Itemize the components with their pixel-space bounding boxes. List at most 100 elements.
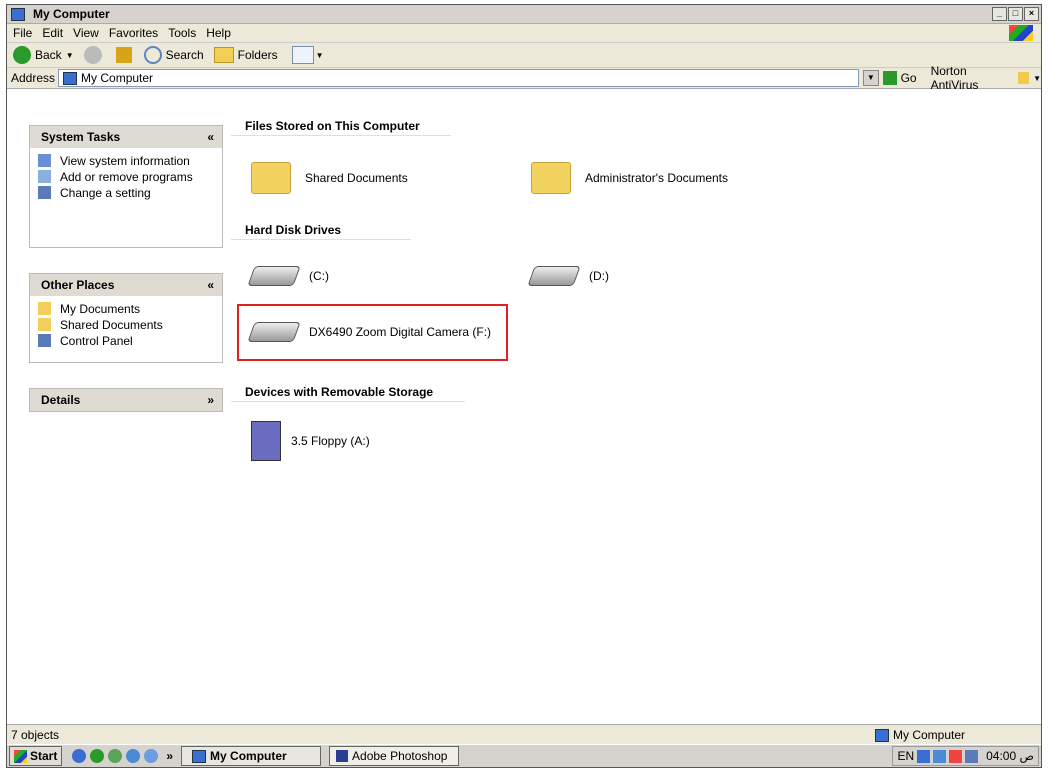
control-panel-icon xyxy=(38,334,51,347)
address-bar: Address My Computer ▼ Go Norton AntiViru… xyxy=(7,64,1041,92)
my-computer-icon xyxy=(63,71,78,85)
network-icon[interactable] xyxy=(917,749,931,763)
media-player-icon[interactable] xyxy=(126,749,141,763)
status-location: My Computer xyxy=(893,728,966,742)
place-label: Shared Documents xyxy=(60,318,163,332)
system-tasks-header[interactable]: System Tasks « xyxy=(30,126,222,148)
my-documents-link[interactable]: My Documents xyxy=(38,302,214,316)
item-label: 3.5 Floppy (A:) xyxy=(291,434,370,448)
view-system-info-link[interactable]: View system information xyxy=(38,154,214,168)
expand-icon[interactable]: » xyxy=(207,393,214,407)
file-view: Files Stored on This Computer Shared Doc… xyxy=(231,89,1041,725)
collapse-icon[interactable]: « xyxy=(207,130,214,144)
menu-help[interactable]: Help xyxy=(206,26,231,40)
section-divider xyxy=(231,239,411,240)
tray-icon[interactable] xyxy=(933,749,947,763)
admin-documents-item[interactable]: Administrator's Documents xyxy=(531,162,728,194)
taskbar: Start » My Computer Adobe Photoshop EN 0… xyxy=(7,744,1041,767)
messenger-icon[interactable] xyxy=(90,749,105,763)
item-label: Administrator's Documents xyxy=(585,171,729,185)
system-tray: EN 04:00 ص xyxy=(892,746,1039,766)
search-icon xyxy=(143,46,162,64)
back-label: Back xyxy=(35,48,62,62)
up-folder-icon[interactable] xyxy=(115,47,132,63)
other-places-title: Other Places xyxy=(41,278,115,292)
change-setting-link[interactable]: Change a setting xyxy=(38,186,214,200)
search-button[interactable]: Search xyxy=(143,46,204,64)
address-value: My Computer xyxy=(81,71,154,85)
shared-documents-item[interactable]: Shared Documents xyxy=(251,162,408,194)
task-label: Add or remove programs xyxy=(60,170,193,184)
details-title: Details xyxy=(41,393,81,407)
camera-drive-icon xyxy=(247,322,301,342)
quick-launch-chevron[interactable]: » xyxy=(166,749,173,763)
address-label: Address xyxy=(11,71,56,85)
windows-logo-icon xyxy=(1009,25,1033,41)
back-button[interactable]: Back ▼ xyxy=(13,46,74,64)
volume-icon[interactable] xyxy=(965,749,979,763)
menu-tools[interactable]: Tools xyxy=(168,26,196,40)
folder-icon xyxy=(531,162,571,194)
system-tasks-title: System Tasks xyxy=(41,130,121,144)
back-dropdown-icon[interactable]: ▼ xyxy=(66,51,74,60)
taskbar-photoshop[interactable]: Adobe Photoshop xyxy=(329,746,460,766)
hard-drive-icon xyxy=(247,266,301,286)
item-label: DX6490 Zoom Digital Camera (F:) xyxy=(309,325,492,339)
address-field[interactable]: My Computer xyxy=(58,69,860,87)
minimize-button[interactable]: _ xyxy=(992,7,1007,21)
task-pane: System Tasks « View system information A… xyxy=(7,89,231,725)
norton-icon xyxy=(1017,72,1030,84)
antivirus-icon[interactable] xyxy=(949,749,963,763)
collapse-icon[interactable]: « xyxy=(207,278,214,292)
views-icon[interactable] xyxy=(291,46,314,64)
folders-icon xyxy=(213,47,234,63)
menu-edit[interactable]: Edit xyxy=(42,26,63,40)
norton-toolbar[interactable]: Norton AntiVirus ▼ xyxy=(931,64,1041,92)
task-label: My Computer xyxy=(210,749,287,763)
photoshop-icon xyxy=(336,750,349,762)
menu-file[interactable]: File xyxy=(13,26,32,40)
quick-launch-icon[interactable] xyxy=(144,749,159,763)
task-label: View system information xyxy=(60,154,190,168)
object-count: 7 objects xyxy=(11,728,60,742)
camera-drive-item[interactable]: DX6490 Zoom Digital Camera (F:) xyxy=(247,322,492,342)
views-dropdown-icon[interactable]: ▼ xyxy=(316,51,324,60)
other-places-header[interactable]: Other Places « xyxy=(30,274,222,296)
forward-button[interactable] xyxy=(83,46,106,64)
control-panel-link[interactable]: Control Panel xyxy=(38,334,214,348)
go-button[interactable]: Go xyxy=(882,71,917,85)
section-header: Devices with Removable Storage xyxy=(245,385,434,399)
folder-icon xyxy=(38,318,51,331)
start-button[interactable]: Start xyxy=(9,746,63,766)
menu-favorites[interactable]: Favorites xyxy=(109,26,158,40)
ie-icon[interactable] xyxy=(72,749,87,763)
details-header[interactable]: Details » xyxy=(30,389,222,411)
my-computer-icon xyxy=(875,728,889,742)
norton-dropdown-icon[interactable]: ▼ xyxy=(1033,74,1041,83)
norton-label: Norton AntiVirus xyxy=(930,64,979,92)
section-divider xyxy=(231,135,451,136)
clock: 04:00 ص xyxy=(986,749,1034,763)
drive-d-item[interactable]: (D:) xyxy=(527,266,609,286)
section-header: Files Stored on This Computer xyxy=(245,119,420,133)
menu-view[interactable]: View xyxy=(73,26,99,40)
close-button[interactable]: × xyxy=(1024,7,1039,21)
language-indicator[interactable]: EN xyxy=(897,749,914,763)
maximize-button[interactable]: □ xyxy=(1008,7,1023,21)
folders-label: Folders xyxy=(237,48,278,62)
address-dropdown-icon[interactable]: ▼ xyxy=(863,70,879,86)
title-bar[interactable]: My Computer _ □ × xyxy=(7,5,1041,24)
desktop-icon[interactable] xyxy=(108,749,123,763)
floppy-item[interactable]: 3.5 Floppy (A:) xyxy=(251,421,370,461)
quick-launch xyxy=(72,749,159,763)
search-label: Search xyxy=(165,48,204,62)
forward-arrow-icon xyxy=(83,46,102,64)
control-panel-icon xyxy=(38,186,51,199)
folders-button[interactable]: Folders xyxy=(213,47,278,63)
item-label: Shared Documents xyxy=(305,171,408,185)
taskbar-my-computer[interactable]: My Computer xyxy=(181,746,322,766)
windows-flag-icon xyxy=(14,749,27,763)
add-remove-programs-link[interactable]: Add or remove programs xyxy=(38,170,214,184)
drive-c-item[interactable]: (C:) xyxy=(247,266,329,286)
shared-documents-link[interactable]: Shared Documents xyxy=(38,318,214,332)
